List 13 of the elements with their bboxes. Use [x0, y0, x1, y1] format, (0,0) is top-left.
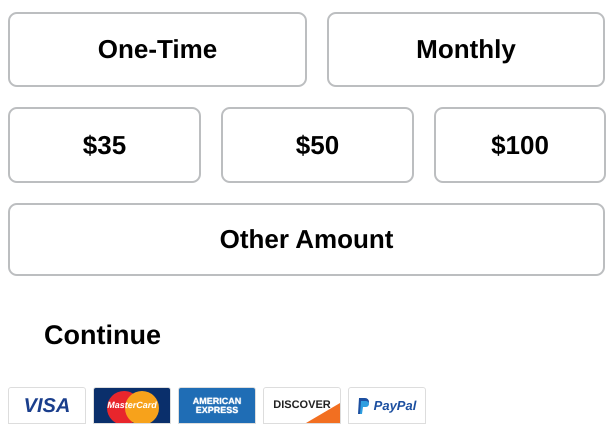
choice-button[interactable]: $100	[434, 107, 606, 183]
logo-text: VISA	[24, 396, 70, 416]
logo-text: DISCOVER	[273, 400, 331, 411]
choice-button[interactable]: $35	[8, 107, 201, 183]
choice-button[interactable]: Other Amount	[8, 203, 605, 276]
logo-text: AMERICAN EXPRESS	[192, 396, 242, 414]
continue-button[interactable]: Continue	[44, 318, 161, 352]
choice-button[interactable]: Monthly	[327, 12, 605, 87]
logo-text: PayPal	[374, 399, 416, 412]
paypal-p-icon	[358, 398, 370, 414]
choice-button[interactable]: One-Time	[8, 12, 307, 87]
logo-text: MasterCard	[107, 401, 157, 410]
choice-button[interactable]: $50	[221, 107, 414, 183]
